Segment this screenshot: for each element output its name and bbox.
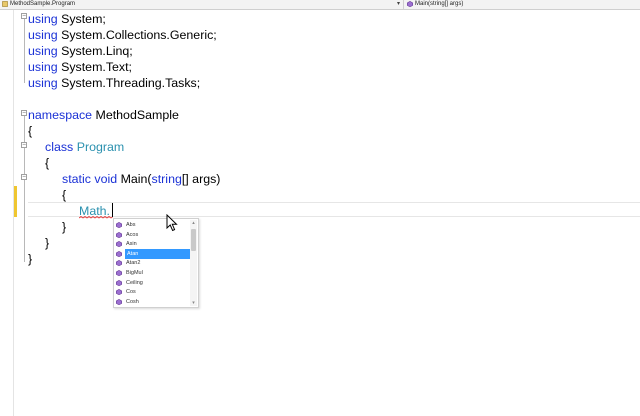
code-line: using System.Collections.Generic; [28, 28, 217, 42]
code-line: { [28, 124, 33, 138]
type-dropdown[interactable]: MethodSample.Program ▾ [0, 0, 404, 9]
method-icon [116, 260, 122, 267]
completion-item-label: Acos [126, 231, 139, 238]
completion-item-label: Atan [125, 248, 192, 259]
navigation-bar: MethodSample.Program ▾ Main(string[] arg… [0, 0, 640, 10]
completion-item-label: BigMul [126, 270, 143, 276]
method-icon [407, 1, 413, 7]
code-line: static void Main(string[] args) [62, 172, 221, 186]
change-tracking-marker [14, 186, 17, 217]
current-line-highlight [28, 202, 640, 217]
mouse-pointer-icon [166, 214, 178, 232]
class-icon [2, 1, 8, 7]
code-line: using System.Linq; [28, 44, 133, 58]
method-icon [116, 279, 122, 286]
code-line: using System.Text; [28, 60, 132, 74]
code-line: { [45, 156, 50, 170]
scroll-up-arrow[interactable]: ▴ [190, 220, 197, 226]
method-icon [116, 250, 122, 257]
code-line: namespace MethodSample [28, 108, 179, 122]
code-line: } [45, 236, 50, 250]
completion-scrollbar[interactable]: ▴ ▾ [190, 220, 197, 306]
completion-item[interactable]: Abs [116, 220, 190, 230]
method-icon [116, 241, 122, 248]
member-dropdown[interactable]: Main(string[] args) [404, 0, 640, 9]
code-line: { [62, 188, 67, 202]
completion-item-label: Atan2 [126, 260, 141, 267]
completion-item[interactable]: Cosh [116, 297, 190, 307]
error-squiggle [79, 216, 113, 219]
completion-item[interactable]: Atan2 [116, 258, 190, 268]
completion-item-label: Asin [126, 241, 137, 248]
collapse-class-toggle[interactable]: − [21, 142, 27, 148]
code-line: using System.Threading.Tasks; [28, 76, 201, 90]
method-icon [116, 231, 122, 238]
completion-item-label: Abs [126, 222, 136, 228]
completion-item-label: Ceiling [126, 279, 143, 286]
completion-item[interactable]: BigMul [116, 268, 190, 278]
scroll-thumb[interactable] [191, 229, 196, 251]
code-line: class Program [45, 140, 125, 154]
completion-item[interactable]: Ceiling [116, 278, 190, 288]
completion-item[interactable]: Atan [116, 248, 192, 259]
chevron-down-icon: ▾ [397, 1, 401, 7]
intellisense-completion-list[interactable]: Abs Acos Asin Atan Atan2 BigMul Ceiling Cos Cosh… [113, 218, 199, 308]
completion-item[interactable]: Acos [116, 230, 190, 240]
collapse-method-toggle[interactable]: − [21, 174, 27, 180]
outline-guide-namespace [24, 116, 25, 262]
method-icon [116, 270, 122, 276]
completion-item[interactable]: Cos [116, 287, 190, 297]
completion-item-label: Cos [126, 289, 136, 296]
scroll-down-arrow[interactable]: ▾ [190, 300, 197, 306]
method-icon [116, 289, 122, 296]
code-line: using System; [28, 12, 106, 26]
method-icon [116, 298, 122, 305]
text-caret [112, 203, 113, 217]
code-line: } [62, 220, 67, 234]
completion-item-label: Cosh [126, 298, 139, 305]
editor-margin [0, 10, 14, 416]
outline-guide-usings [24, 19, 25, 83]
code-line: } [28, 252, 33, 266]
member-dropdown-label: Main(string[] args) [415, 1, 464, 7]
method-icon [116, 222, 122, 228]
type-dropdown-label: MethodSample.Program [10, 1, 76, 7]
completion-item[interactable]: Asin [116, 239, 190, 249]
